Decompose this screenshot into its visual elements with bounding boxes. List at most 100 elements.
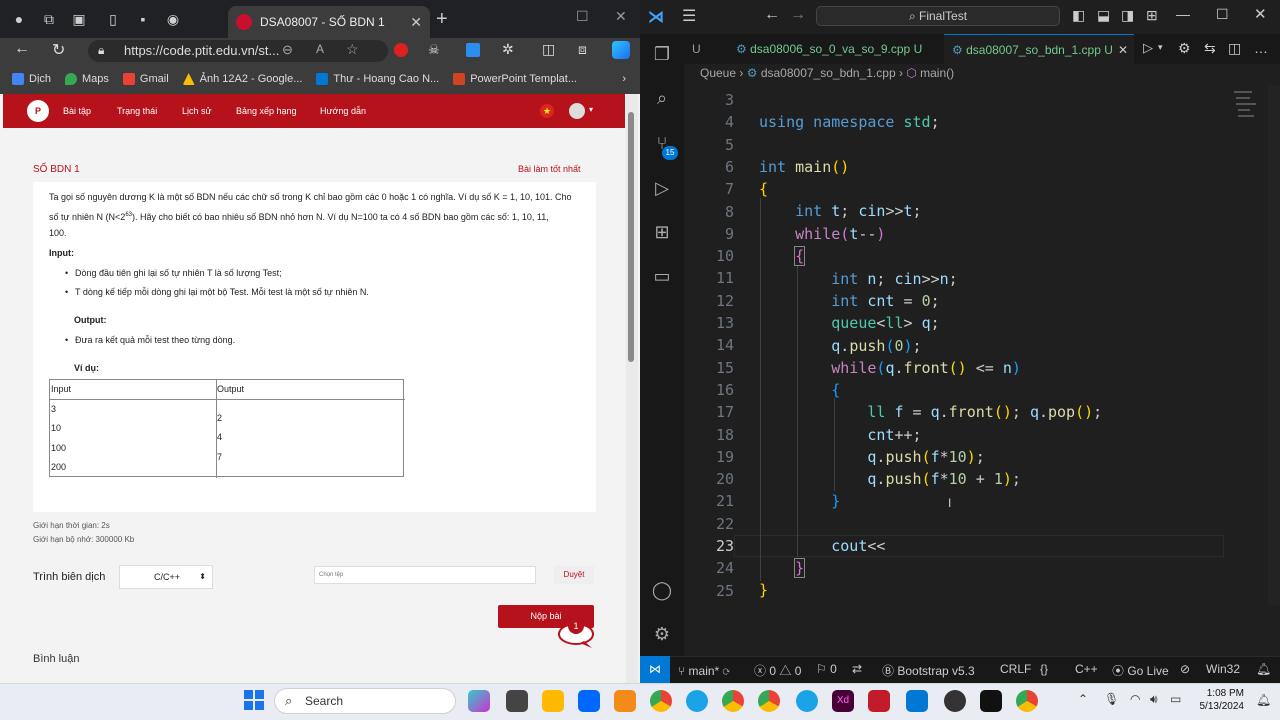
- microphone-icon[interactable]: 🎙︎: [1104, 692, 1119, 706]
- favorite-star-icon[interactable]: ☆: [346, 41, 359, 58]
- gear-icon[interactable]: ⚙: [1178, 40, 1191, 57]
- branch-status[interactable]: ⑂ main* ⟳: [678, 662, 730, 680]
- bookmark-1[interactable]: Maps: [65, 73, 109, 85]
- file-explorer-icon[interactable]: [542, 690, 564, 712]
- bookmark-4[interactable]: Thư - Hoang Cao N...: [316, 73, 439, 85]
- split-editor-icon[interactable]: ◫: [1228, 40, 1241, 57]
- maximize-icon[interactable]: ☐: [1216, 6, 1229, 23]
- bookmark-5[interactable]: PowerPoint Templat...: [453, 73, 577, 85]
- run-debug-icon[interactable]: ▷: [651, 178, 673, 200]
- nav-bai-tap[interactable]: Bài tập: [63, 106, 91, 116]
- copilot-app-icon[interactable]: [468, 690, 490, 712]
- nav-trang-thai[interactable]: Trạng thái: [117, 106, 157, 116]
- url-input[interactable]: https://code.ptit.edu.vn/st...: [88, 40, 388, 62]
- bookmark-2[interactable]: Gmail: [122, 73, 169, 85]
- golive-status[interactable]: ⦿ Go Live: [1112, 662, 1169, 679]
- user-dropdown-icon[interactable]: ▾: [589, 105, 593, 114]
- task-view-icon[interactable]: [506, 690, 528, 712]
- toggle-secondary-icon[interactable]: ◨: [1121, 7, 1134, 24]
- battery-icon[interactable]: ▭: [1170, 692, 1181, 706]
- obs-icon[interactable]: [944, 690, 966, 712]
- bookmarks-more-icon[interactable]: ›: [622, 73, 626, 85]
- tab-dsa08006[interactable]: ⚙ dsa08006_so_0_va_so_9.cpp U: [728, 34, 940, 64]
- menu-icon[interactable]: ☰: [682, 6, 696, 26]
- editor-scrollbar[interactable]: [1268, 85, 1280, 605]
- braces-status[interactable]: {}: [1040, 662, 1048, 676]
- command-center-search[interactable]: ⌕ FinalTest: [816, 6, 1060, 26]
- breadcrumb-folder[interactable]: Queue: [700, 66, 736, 80]
- notifications-bell-icon[interactable]: 🔔︎: [1256, 662, 1271, 676]
- new-tab-icon[interactable]: +: [436, 8, 448, 31]
- chrome-profile-icon[interactable]: [722, 690, 744, 712]
- explorer-icon[interactable]: ❐: [651, 44, 673, 66]
- workspaces-icon[interactable]: ⧉: [34, 4, 64, 34]
- close-window-icon[interactable]: ✕: [615, 8, 627, 25]
- volume-icon[interactable]: 🔊︎: [1150, 692, 1158, 707]
- lock-icon[interactable]: 🔒︎: [98, 43, 104, 58]
- close-icon[interactable]: ✕: [1254, 5, 1267, 23]
- user-avatar[interactable]: [569, 103, 585, 119]
- chrome-3-icon[interactable]: [1016, 690, 1038, 712]
- nav-forward-icon[interactable]: →: [790, 6, 806, 24]
- tray-chevron-icon[interactable]: ⌃: [1078, 692, 1088, 706]
- platform-status[interactable]: Win32: [1206, 662, 1240, 676]
- start-windows-icon[interactable]: [244, 690, 264, 710]
- adobe-xd-icon[interactable]: Xd: [832, 690, 854, 712]
- more-actions-icon[interactable]: …: [1254, 40, 1268, 56]
- bookmark-0[interactable]: Dịch: [12, 73, 51, 85]
- ptit-logo-icon[interactable]: P: [27, 100, 49, 122]
- tab-favicon-github-icon[interactable]: ◉: [158, 4, 188, 34]
- extensions-icon[interactable]: ⊞: [651, 222, 673, 244]
- extension-pirate-icon[interactable]: ☠: [428, 42, 440, 58]
- tab-favicon-page-icon[interactable]: ▯: [98, 4, 128, 34]
- remote-explorer-icon[interactable]: ▭: [651, 266, 673, 288]
- remote-indicator-icon[interactable]: ⋈: [640, 656, 670, 683]
- bookmark-3[interactable]: Ảnh 12A2 - Google...: [182, 73, 302, 85]
- search-icon[interactable]: ⌕: [651, 88, 673, 110]
- breadcrumb-file[interactable]: dsa08007_so_bdn_1.cpp: [761, 66, 896, 80]
- close-tab-icon[interactable]: ✕: [1118, 35, 1128, 65]
- split-screen-icon[interactable]: ◫: [542, 41, 555, 58]
- run-file-icon[interactable]: ▷: [1143, 40, 1153, 56]
- breadcrumb-symbol[interactable]: main(): [920, 66, 954, 80]
- system-clock[interactable]: 1:08 PM 5/13/2024: [1192, 687, 1245, 713]
- edge-icon[interactable]: [686, 690, 708, 712]
- toggle-panel-icon[interactable]: ⬓: [1097, 7, 1110, 24]
- problems-status[interactable]: ⓧ 0 △ 0: [754, 662, 801, 679]
- layout-icon[interactable]: ⊞: [1146, 7, 1158, 24]
- accounts-icon[interactable]: ◯: [651, 580, 673, 602]
- compiler-select[interactable]: C/C++ ⬍: [119, 565, 213, 589]
- browse-button[interactable]: Duyệt: [554, 566, 594, 584]
- best-submission-link[interactable]: Bài làm tốt nhất: [518, 164, 581, 174]
- edge-2-icon[interactable]: [796, 690, 818, 712]
- chat-bubble-icon[interactable]: 1: [556, 618, 596, 650]
- read-aloud-icon[interactable]: A: [316, 42, 324, 56]
- nav-back-icon[interactable]: ←: [764, 6, 780, 24]
- close-tab-icon[interactable]: ✕: [410, 14, 422, 31]
- toggle-sidebar-icon[interactable]: ◧: [1072, 7, 1085, 24]
- collections-icon[interactable]: ⧈: [578, 41, 587, 58]
- taskbar-search[interactable]: ⌕ Search: [274, 688, 456, 714]
- language-status[interactable]: C++: [1075, 662, 1098, 676]
- settings-gear-icon[interactable]: ⚙: [651, 624, 673, 646]
- extension-blue-icon[interactable]: [466, 43, 480, 57]
- maximize-icon[interactable]: ☐: [576, 8, 589, 25]
- profile-icon[interactable]: ●: [4, 4, 34, 34]
- scrollbar-thumb[interactable]: [628, 112, 634, 362]
- copilot-icon[interactable]: [612, 41, 630, 59]
- minimap[interactable]: [1230, 85, 1260, 125]
- nav-lich-su[interactable]: Lịch sử: [182, 106, 212, 116]
- run-dropdown-icon[interactable]: ▾: [1158, 42, 1163, 53]
- tab-favicon-s4-icon[interactable]: ▪: [128, 4, 158, 34]
- zalo-icon[interactable]: [578, 690, 600, 712]
- vietnam-flag-icon[interactable]: ★: [540, 104, 554, 118]
- app-orange-icon[interactable]: [614, 690, 636, 712]
- tab-prev[interactable]: U: [684, 34, 724, 64]
- copilot-icon[interactable]: ⊘: [1180, 662, 1190, 676]
- bootstrap-status[interactable]: Ⓑ Bootstrap v5.3: [882, 662, 975, 679]
- reload-icon[interactable]: ↻: [52, 40, 65, 60]
- notification-bell-icon[interactable]: 🔔︎: [1256, 693, 1271, 707]
- devcpp-icon[interactable]: [868, 690, 890, 712]
- tab-actions-icon[interactable]: ▣: [64, 4, 94, 34]
- terminal-icon[interactable]: ⇄: [852, 662, 862, 676]
